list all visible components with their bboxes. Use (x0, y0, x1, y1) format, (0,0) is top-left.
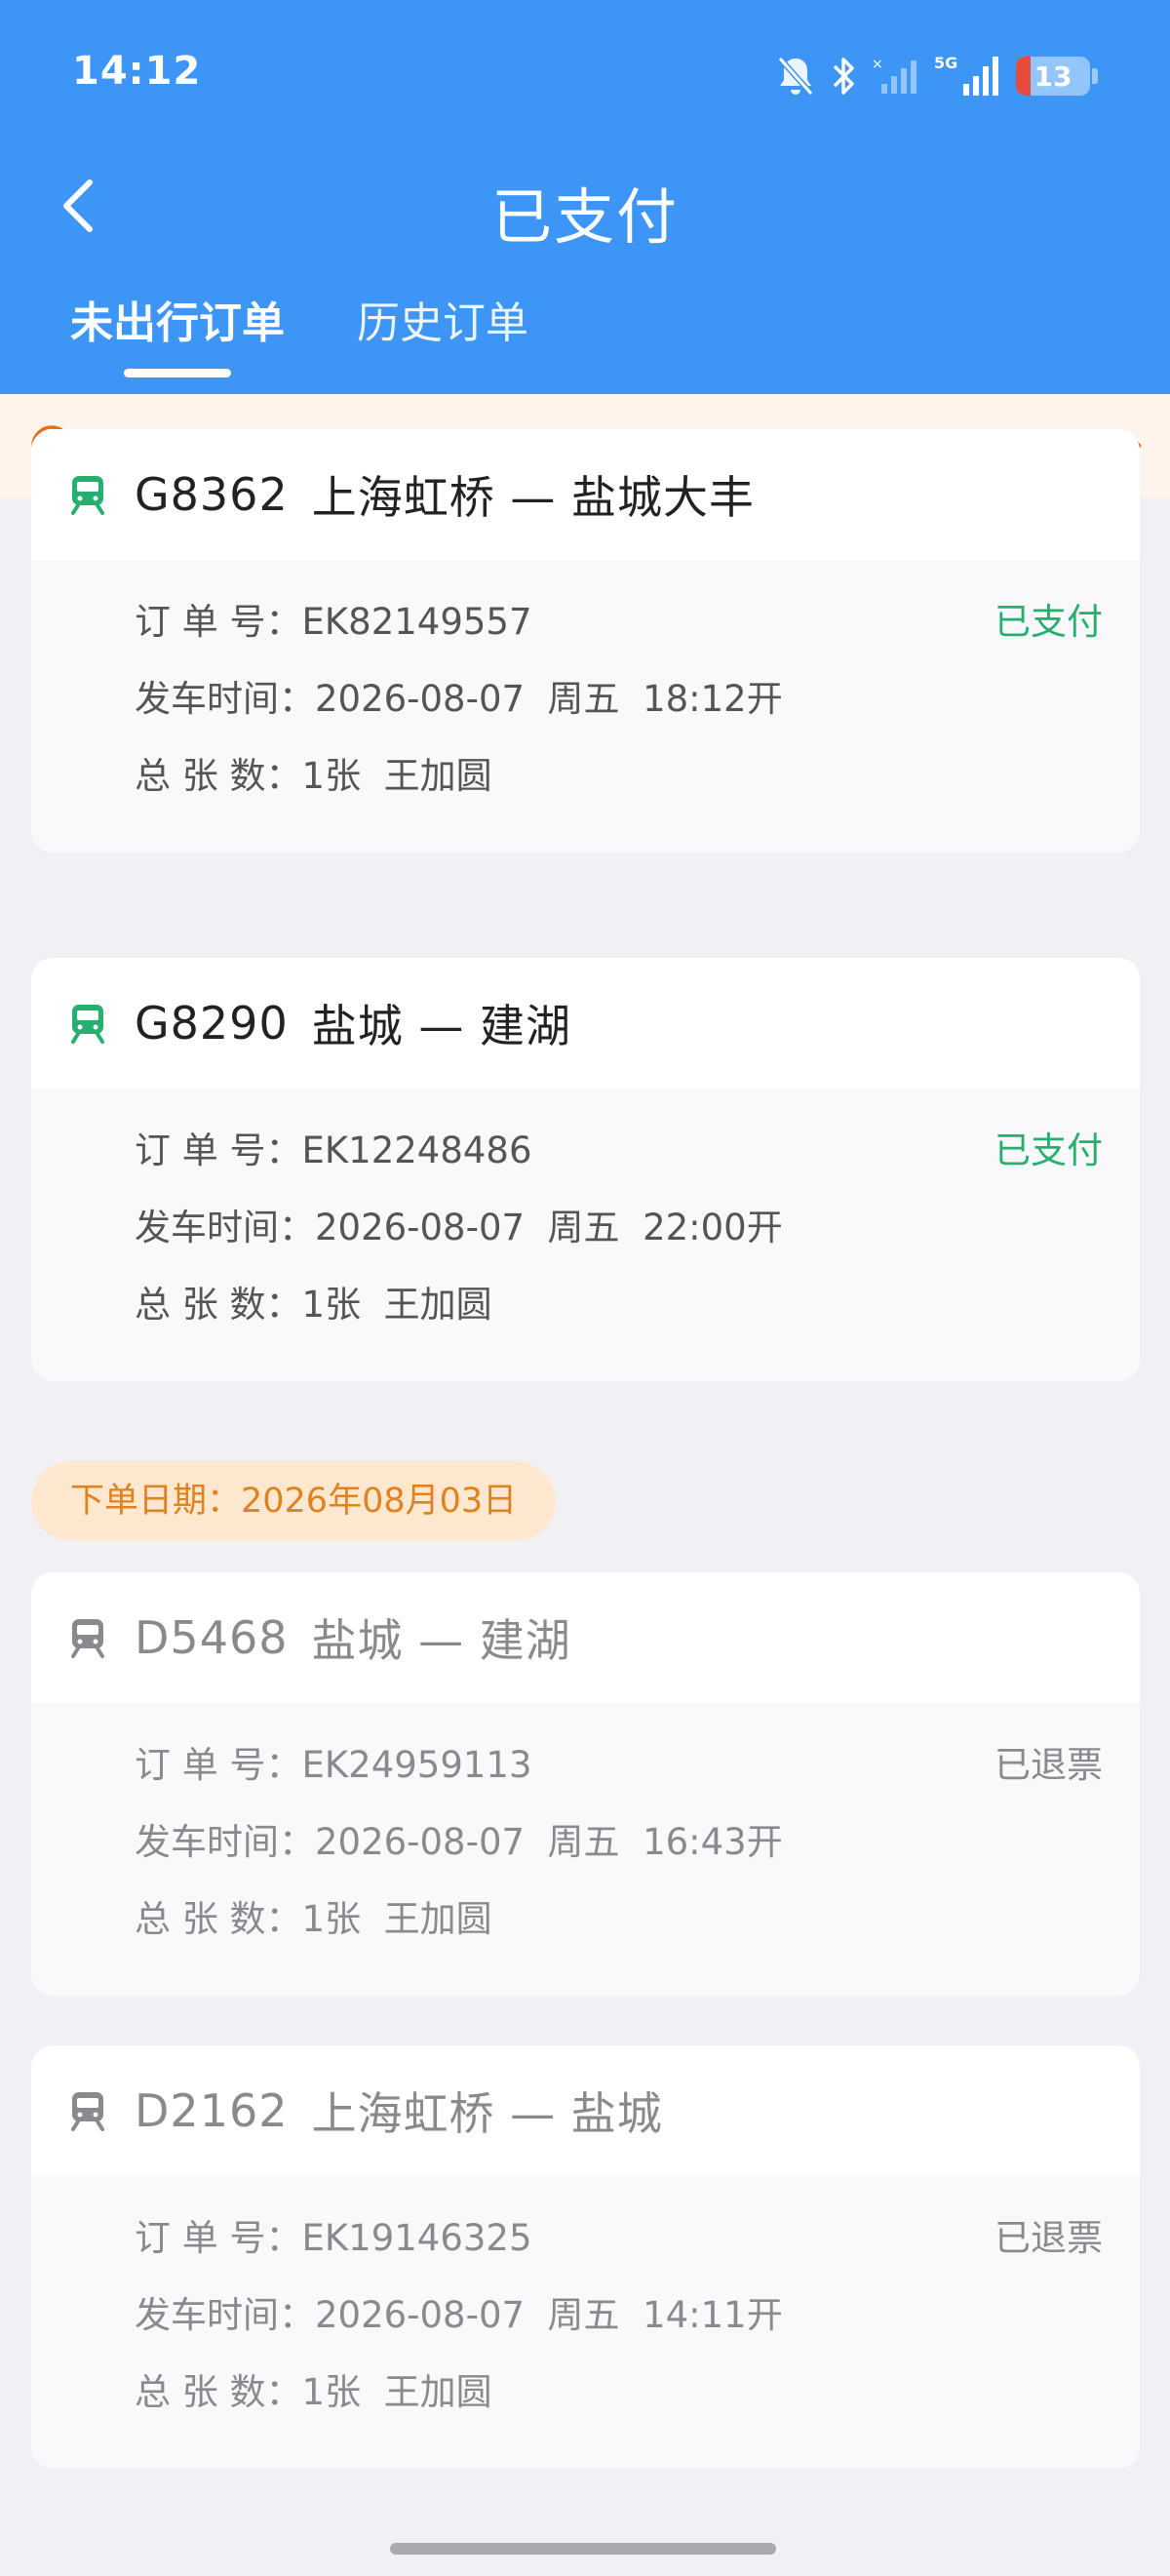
order-card[interactable]: D5468 盐城 — 建湖 订 单 号：EK24959113 发车时间：2026… (31, 1572, 1140, 1996)
train-route: 上海虹桥 — 盐城 (311, 2087, 663, 2140)
ticket-count-row: 总 张 数：1张 王加圆 (135, 1282, 1103, 1359)
depart-time: 2026-08-07 周五 22:00开 (315, 1207, 783, 1248)
order-card-body: 订 单 号：EK19146325 发车时间：2026-08-07 周五 14:1… (31, 2176, 1140, 2469)
tab-active-indicator (124, 369, 231, 377)
ticket-count-label: 总 张 数： (135, 2371, 302, 2413)
bluetooth-icon (833, 58, 854, 95)
signal-sim1-icon: × (872, 57, 916, 94)
mute-bell-icon (777, 57, 814, 96)
depart-time: 2026-08-07 周五 18:12开 (315, 678, 783, 720)
ticket-count: 1张 王加圆 (301, 755, 492, 797)
battery-icon: 13 (1016, 57, 1090, 96)
status-bar: 14:12 × 5G 13 (0, 0, 1170, 146)
depart-time-label: 发车时间： (135, 678, 315, 720)
ticket-count: 1张 王加圆 (301, 1898, 492, 1940)
order-card-header: G8362 上海虹桥 — 盐城大丰 (31, 429, 1140, 560)
order-card-header: G8290 盐城 — 建湖 (31, 958, 1140, 1089)
order-number-label: 订 单 号： (135, 2217, 302, 2259)
ticket-count-row: 总 张 数：1张 王加圆 (135, 1896, 1103, 1973)
order-number-row: 订 单 号：EK82149557 (135, 599, 1103, 676)
ticket-count: 1张 王加圆 (301, 1284, 492, 1326)
ticket-count: 1张 王加圆 (301, 2371, 492, 2413)
tab-history-label: 历史订单 (357, 298, 528, 348)
order-status-badge: 已支付 (994, 1129, 1103, 1171)
depart-time-row: 发车时间：2026-08-07 周五 16:43开 (135, 1819, 1103, 1896)
order-number: EK19146325 (301, 2217, 532, 2259)
depart-time-row: 发车时间：2026-08-07 周五 14:11开 (135, 2292, 1103, 2369)
order-number-row: 订 单 号：EK19146325 (135, 2215, 1103, 2292)
depart-time-label: 发车时间： (135, 2294, 315, 2336)
order-number-row: 订 单 号：EK24959113 (135, 1742, 1103, 1819)
tab-history-orders[interactable]: 历史订单 (357, 288, 528, 377)
order-status-badge: 已退票 (994, 1744, 1103, 1786)
train-number: D2162 (135, 2084, 289, 2137)
tab-upcoming-label: 未出行订单 (70, 298, 285, 348)
train-route: 上海虹桥 — 盐城大丰 (311, 471, 755, 524)
order-card[interactable]: G8290 盐城 — 建湖 订 单 号：EK12248486 发车时间：2026… (31, 958, 1140, 1381)
order-status-badge: 已退票 (994, 2217, 1103, 2259)
order-card-body: 订 单 号：EK12248486 发车时间：2026-08-07 周五 22:0… (31, 1089, 1140, 1381)
train-route: 盐城 — 建湖 (311, 1000, 571, 1052)
train-icon (71, 2092, 104, 2131)
train-number: D5468 (135, 1611, 289, 1664)
order-tabs: 未出行订单 历史订单 (70, 288, 528, 377)
signal-5g-icon: 5G (934, 54, 998, 96)
depart-time-label: 发车时间： (135, 1821, 315, 1863)
order-number-row: 订 单 号：EK12248486 (135, 1128, 1103, 1205)
order-number: EK24959113 (301, 1744, 532, 1786)
order-card-body: 订 单 号：EK24959113 发车时间：2026-08-07 周五 16:4… (31, 1703, 1140, 1996)
order-date-chip: 下单日期：2026年08月03日 (31, 1461, 557, 1541)
train-icon (71, 476, 104, 515)
order-card-header: D5468 盐城 — 建湖 (31, 1572, 1140, 1703)
status-time: 14:12 (72, 49, 202, 94)
home-indicator-bar[interactable] (390, 2543, 776, 2555)
order-number-label: 订 单 号： (135, 1129, 302, 1171)
train-number: G8290 (135, 997, 289, 1050)
ticket-count-label: 总 张 数： (135, 1898, 302, 1940)
ticket-count-row: 总 张 数：1张 王加圆 (135, 2369, 1103, 2446)
ticket-count-label: 总 张 数： (135, 1284, 302, 1326)
order-status-badge: 已支付 (994, 601, 1103, 643)
depart-time: 2026-08-07 周五 16:43开 (315, 1821, 783, 1863)
battery-tip (1092, 68, 1098, 84)
ticket-count-row: 总 张 数：1张 王加圆 (135, 753, 1103, 830)
network-type-label: 5G (934, 54, 957, 72)
ticket-count-label: 总 张 数： (135, 755, 302, 797)
order-card-body: 订 单 号：EK82149557 发车时间：2026-08-07 周五 18:1… (31, 560, 1140, 852)
battery-percent: 13 (1034, 59, 1072, 93)
order-number: EK82149557 (301, 601, 532, 643)
order-number: EK12248486 (301, 1129, 532, 1171)
order-card[interactable]: D2162 上海虹桥 — 盐城 订 单 号：EK19146325 发车时间：20… (31, 2045, 1140, 2469)
app-header: 14:12 × 5G 13 已支付 未出行订单 历史订单 (0, 0, 1170, 394)
order-card-header: D2162 上海虹桥 — 盐城 (31, 2045, 1140, 2176)
train-icon (71, 1005, 104, 1044)
depart-time-label: 发车时间： (135, 1207, 315, 1248)
page-title: 已支付 (490, 181, 679, 253)
train-icon (71, 1619, 104, 1658)
order-number-label: 订 单 号： (135, 1744, 302, 1786)
svg-text:×: × (872, 57, 883, 72)
order-card[interactable]: G8362 上海虹桥 — 盐城大丰 订 单 号：EK82149557 发车时间：… (31, 429, 1140, 852)
train-route: 盐城 — 建湖 (311, 1614, 571, 1667)
tab-upcoming-orders[interactable]: 未出行订单 (70, 288, 285, 377)
depart-time: 2026-08-07 周五 14:11开 (315, 2294, 783, 2336)
order-number-label: 订 单 号： (135, 601, 302, 643)
battery-level-fill (1016, 57, 1032, 96)
depart-time-row: 发车时间：2026-08-07 周五 22:00开 (135, 1205, 1103, 1282)
train-number: G8362 (135, 468, 289, 521)
depart-time-row: 发车时间：2026-08-07 周五 18:12开 (135, 676, 1103, 753)
status-icons: × 5G 13 (776, 49, 1098, 103)
